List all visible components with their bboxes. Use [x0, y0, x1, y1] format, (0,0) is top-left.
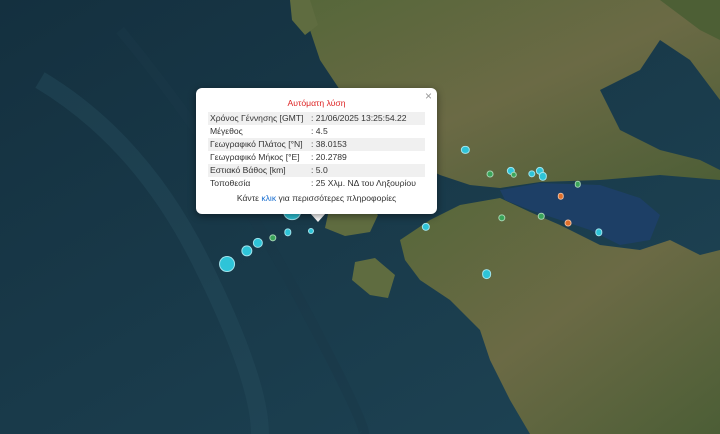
detail-row: Εστιακό Βάθος [km]: 5.0 — [208, 164, 425, 177]
popup-title: Αυτόματη λύση — [287, 98, 346, 108]
popup-pointer — [310, 213, 326, 222]
satellite-basemap — [0, 0, 720, 434]
earthquake-marker[interactable] — [481, 268, 492, 279]
detail-label: Γεωγραφικό Μήκος [°E] — [210, 152, 300, 162]
detail-value: : 25 Χλμ. ΝΔ του Ληξουρίου — [311, 178, 416, 188]
detail-row: Γεωγραφικό Μήκος [°E] : 20.2789 — [208, 151, 425, 164]
detail-label: Χρόνος Γέννησης [GMT] — [208, 112, 309, 125]
detail-value: : 21/06/2025 13:25:54.22 — [309, 112, 425, 125]
detail-label: Γεωγραφικό Πλάτος [°N] — [208, 138, 309, 151]
detail-value: : 5.0 — [309, 164, 425, 177]
detail-value: : 4.5 — [311, 126, 328, 136]
earthquake-marker[interactable] — [486, 170, 494, 178]
detail-value: : 20.2789 — [311, 152, 347, 162]
detail-row: Μέγεθος : 4.5 — [208, 125, 425, 138]
detail-row: Χρόνος Γέννησης [GMT]: 21/06/2025 13:25:… — [208, 112, 425, 125]
more-info-link[interactable]: κλικ — [261, 193, 276, 203]
detail-label: Τοποθεσία — [210, 178, 251, 188]
detail-row: Γεωγραφικό Πλάτος [°N]: 38.0153 — [208, 138, 425, 151]
map-view[interactable]: × Αυτόματη λύση Χρόνος Γέννησης [GMT]: 2… — [0, 0, 720, 434]
detail-value: : 38.0153 — [309, 138, 425, 151]
detail-label: Εστιακό Βάθος [km] — [208, 164, 309, 177]
more-info-text: Κάντε κλικ για περισσότερες πληροφορίες — [236, 193, 397, 203]
earthquake-marker[interactable] — [219, 256, 236, 273]
earthquake-marker[interactable] — [564, 219, 572, 227]
close-icon[interactable]: × — [425, 90, 432, 102]
earthquake-details-table: Χρόνος Γέννησης [GMT]: 21/06/2025 13:25:… — [208, 112, 425, 190]
earthquake-info-popup: × Αυτόματη λύση Χρόνος Γέννησης [GMT]: 2… — [196, 88, 437, 214]
detail-row: Τοποθεσία : 25 Χλμ. ΝΔ του Ληξουρίου — [208, 177, 425, 190]
detail-label: Μέγεθος — [210, 126, 243, 136]
